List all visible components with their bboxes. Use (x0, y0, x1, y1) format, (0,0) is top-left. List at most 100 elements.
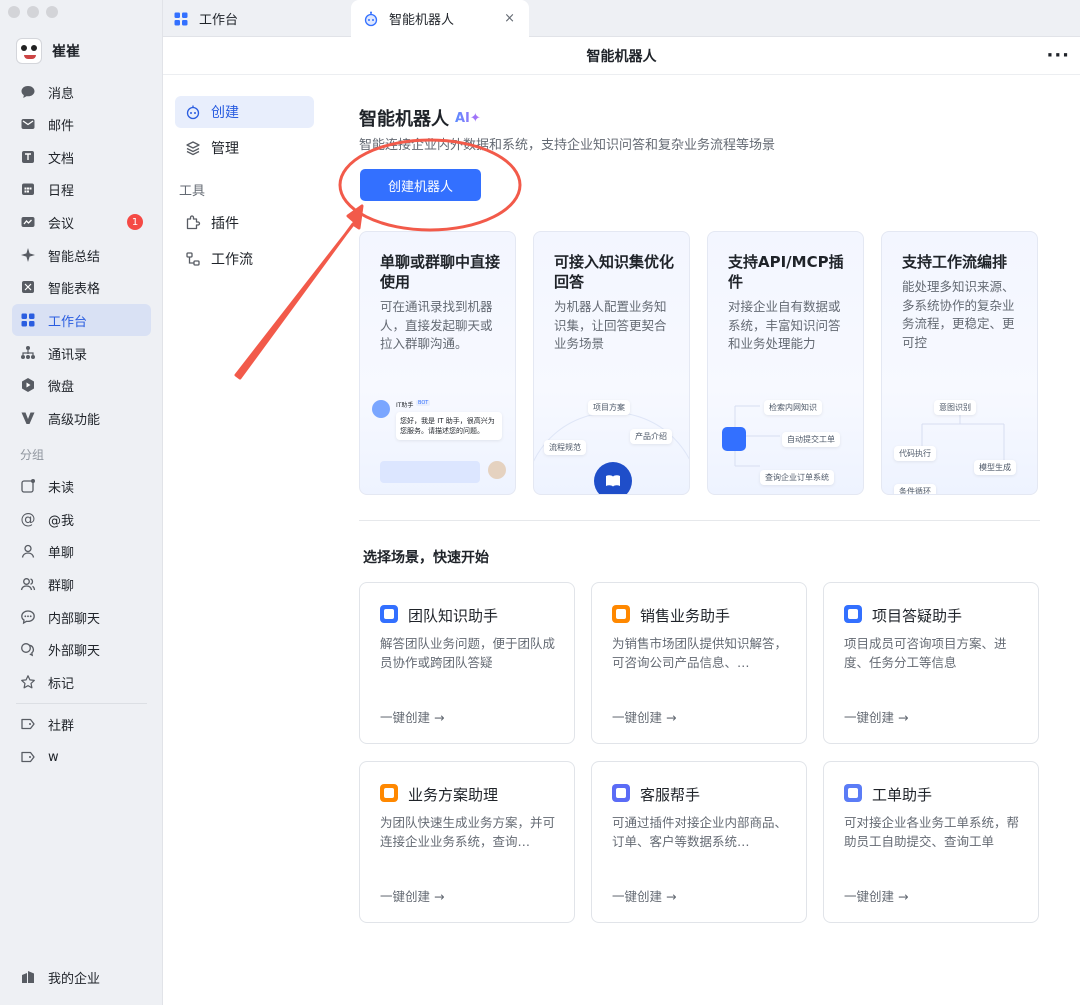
input-placeholder-bar (380, 461, 480, 483)
scene-card-customer-service[interactable]: 客服帮手 可通过插件对接企业内部商品、订单、客户等数据系统… 一键创建 → (591, 761, 807, 923)
workflow-chip: 条件循环 (894, 484, 936, 494)
nav-item-label: 智能表格 (48, 281, 101, 297)
scene-card-sales[interactable]: 销售业务助手 为销售市场团队提供知识解答，可咨询公司产品信息、… 一键创建 → (591, 582, 807, 744)
briefcase-icon (612, 605, 630, 623)
nav-item-label: 微盘 (48, 379, 75, 395)
nav-group-starred[interactable]: 标记 (12, 666, 151, 698)
nav-item-workbench[interactable]: 工作台 (12, 304, 151, 336)
scene-card-team-knowledge[interactable]: 团队知识助手 解答团队业务问题，便于团队成员协作或跨团队答疑 一键创建 → (359, 582, 575, 744)
quick-create-link[interactable]: 一键创建 → (380, 707, 444, 726)
nav-group-unread[interactable]: 未读 (12, 470, 151, 502)
scene-card-title: 团队知识助手 (408, 607, 499, 625)
subnav-workflow[interactable]: 工作流 (175, 243, 314, 275)
nav-group-mention[interactable]: @ @我 (12, 503, 151, 535)
feature-desc: 能处理多知识来源、多系统协作的复杂业务流程，更稳定、更可控 (902, 279, 1015, 350)
nav-tag-w[interactable]: w (12, 741, 151, 773)
plugin-chip: 自动提交工单 (782, 432, 840, 447)
knowledge-chip: 项目方案 (588, 400, 630, 415)
scene-card-title: 业务方案助理 (408, 786, 499, 804)
nav-item-drive[interactable]: 微盘 (12, 369, 151, 401)
nav-item-label: @我 (48, 513, 75, 529)
user-avatar (488, 461, 506, 479)
close-tab-icon[interactable]: × (504, 11, 515, 26)
feature-title: 支持API/MCP插件 (728, 253, 844, 291)
scene-card-title: 客服帮手 (640, 786, 701, 804)
quick-create-link[interactable]: 一键创建 → (612, 707, 676, 726)
nav-item-label: 日程 (48, 183, 75, 199)
tab-workbench[interactable]: 工作台 (173, 0, 348, 37)
mention-icon: @ (20, 509, 36, 528)
ticket-icon (844, 784, 862, 802)
nav-item-messages[interactable]: 消息 (12, 76, 151, 108)
zoom-window-button[interactable] (46, 6, 58, 18)
create-robot-button[interactable]: 创建机器人 (360, 169, 481, 201)
quick-create-link[interactable]: 一键创建 → (612, 886, 676, 905)
tag-icon (20, 716, 36, 732)
scene-card-desc: 解答团队业务问题，便于团队成员协作或跨团队答疑 (380, 636, 556, 670)
nav-item-documents[interactable]: 文档 (12, 141, 151, 173)
nav-item-label: 工作台 (48, 314, 88, 330)
bot-bubble: 您好，我是 IT 助手，很高兴为您服务。请描述您的问题。 (396, 412, 502, 440)
nav-item-contacts[interactable]: 通讯录 (12, 337, 151, 369)
nav-item-label: 内部聊天 (48, 611, 101, 627)
nav-item-smart-summary[interactable]: 智能总结 (12, 239, 151, 271)
bot-tag: BOT (416, 400, 431, 406)
feature-desc: 可在通讯录找到机器人，直接发起聊天或拉入群聊沟通。 (380, 299, 493, 351)
feature-desc: 为机器人配置业务知识集，让回答更契合业务场景 (554, 299, 667, 351)
enterprise-icon (20, 969, 36, 985)
chat-preview: IT助手 BOT 您好，我是 IT 助手，很高兴为您服务。请描述您的问题。 (372, 400, 506, 490)
scene-card-project-qa[interactable]: 项目答疑助手 项目成员可咨询项目方案、进度、任务分工等信息 一键创建 → (823, 582, 1039, 744)
nav-item-calendar[interactable]: 日程 (12, 173, 151, 205)
feature-title: 单聊或群聊中直接使用 (380, 253, 501, 291)
nav-item-advanced[interactable]: 高级功能 (12, 402, 151, 434)
subnav-label: 创建 (211, 105, 239, 121)
tab-smart-robot[interactable]: 智能机器人 × (351, 0, 529, 37)
nav-item-label: w (48, 749, 59, 765)
nav-my-enterprise[interactable]: 我的企业 (12, 961, 151, 993)
tab-label: 工作台 (199, 13, 239, 28)
nav-item-smart-table[interactable]: 智能表格 (12, 271, 151, 303)
left-navigation: 崔崔 消息 邮件 文档 日程 会议 1 智能总结 智能表格 工作台 通讯录 微盘 (0, 0, 163, 1005)
nav-group-internal-chat[interactable]: 内部聊天 (12, 601, 151, 633)
avatar[interactable] (16, 38, 42, 64)
nav-tag-community[interactable]: 社群 (12, 708, 151, 740)
page-header: 智能机器人 ··· (163, 37, 1080, 75)
table-icon (20, 279, 36, 295)
user-profile[interactable]: 崔崔 (16, 38, 80, 64)
nav-item-meeting[interactable]: 会议 1 (12, 206, 151, 238)
subnav-label: 管理 (211, 141, 239, 157)
quick-create-link[interactable]: 一键创建 → (844, 886, 908, 905)
quick-create-link[interactable]: 一键创建 → (844, 707, 908, 726)
layers-icon (185, 140, 201, 156)
scene-card-desc: 为销售市场团队提供知识解答，可咨询公司产品信息、… (612, 636, 788, 670)
window-controls (8, 6, 58, 18)
subnav-create[interactable]: 创建 (175, 96, 314, 128)
nav-item-mail[interactable]: 邮件 (12, 108, 151, 140)
nav-item-label: 智能总结 (48, 249, 101, 265)
scene-card-title: 工单助手 (872, 786, 933, 804)
contacts-icon (20, 345, 36, 361)
nav-item-label: 高级功能 (48, 412, 101, 428)
hero-title-text: 智能机器人 (359, 109, 449, 130)
close-window-button[interactable] (8, 6, 20, 18)
hero-subtitle: 智能连接企业内外数据和系统，支持企业知识问答和复杂业务流程等场景 (359, 138, 776, 153)
workbench-icon (20, 312, 36, 328)
nav-item-label: 标记 (48, 676, 75, 692)
book-icon (594, 462, 632, 494)
nav-group-external-chat[interactable]: 外部聊天 (12, 633, 151, 665)
nav-item-label: 未读 (48, 480, 75, 496)
more-options-icon[interactable]: ··· (1046, 45, 1070, 66)
nav-item-label: 文档 (48, 151, 75, 167)
quick-create-link[interactable]: 一键创建 → (380, 886, 444, 905)
nav-group-group-chat[interactable]: 群聊 (12, 568, 151, 600)
scene-card-business-plan[interactable]: 业务方案助理 为团队快速生成业务方案，并可连接企业业务系统，查询… 一键创建 → (359, 761, 575, 923)
scene-card-desc: 可通过插件对接企业内部商品、订单、客户等数据系统… (612, 815, 788, 849)
scene-card-ticket[interactable]: 工单助手 可对接企业各业务工单系统，帮助员工自助提交、查询工单 一键创建 → (823, 761, 1039, 923)
nav-group-single-chat[interactable]: 单聊 (12, 535, 151, 567)
group-section-label: 分组 (20, 448, 45, 462)
subnav-plugins[interactable]: 插件 (175, 207, 314, 239)
drive-icon (20, 377, 36, 393)
subnav-manage[interactable]: 管理 (175, 132, 314, 164)
minimize-window-button[interactable] (27, 6, 39, 18)
plugin-chip: 检索内网知识 (764, 400, 822, 415)
